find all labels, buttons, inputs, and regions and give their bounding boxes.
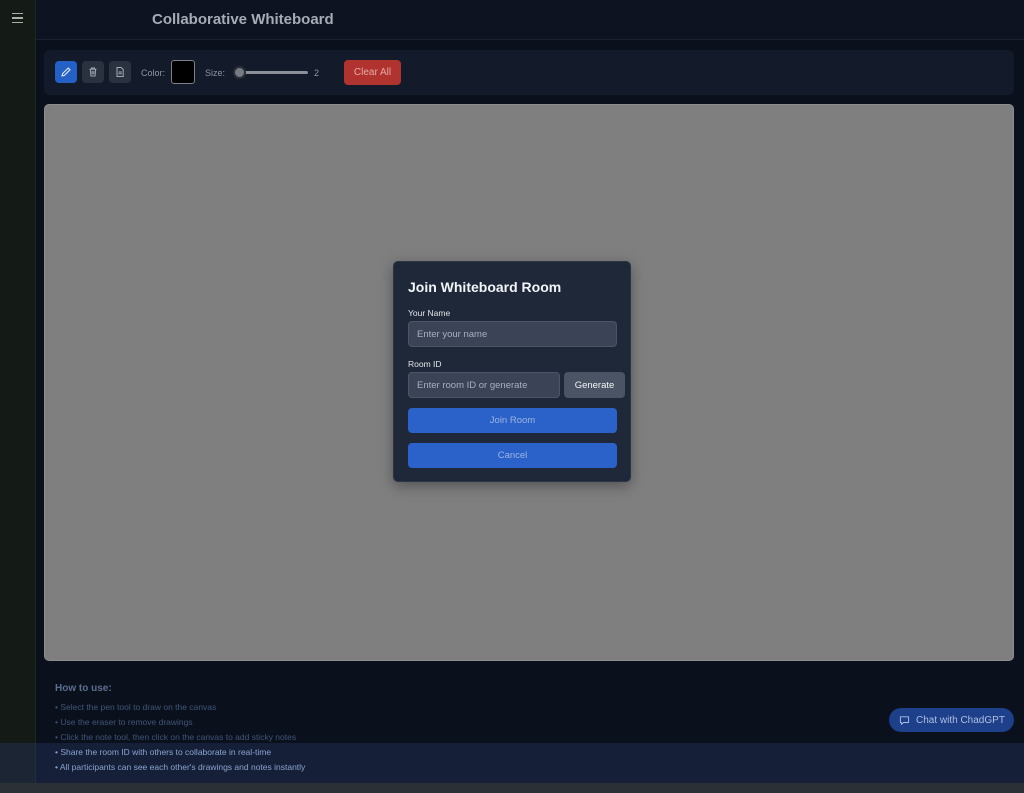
color-picker[interactable] — [171, 60, 195, 84]
note-tool-button[interactable] — [109, 61, 131, 83]
top-bar: Collaborative Whiteboard — [36, 0, 1024, 40]
note-icon — [116, 67, 124, 77]
name-label: Your Name — [408, 308, 451, 318]
howto-item: • All participants can see each other's … — [55, 762, 306, 772]
cancel-button[interactable]: Cancel — [408, 443, 617, 468]
sidebar — [0, 0, 36, 793]
pencil-icon — [61, 67, 71, 77]
pen-tool-button[interactable] — [55, 61, 77, 83]
howto-item: • Click the note tool, then click on the… — [55, 732, 297, 742]
join-room-dialog: Join Whiteboard Room Your Name Room ID G… — [393, 261, 631, 482]
trash-icon — [89, 67, 97, 77]
chat-button[interactable]: Chat with ChadGPT — [889, 708, 1014, 732]
name-input[interactable] — [408, 321, 617, 347]
howto-item: • Share the room ID with others to colla… — [55, 747, 272, 757]
size-slider-handle[interactable] — [233, 66, 246, 79]
app-title: Collaborative Whiteboard — [152, 11, 334, 28]
room-id-input[interactable] — [408, 372, 560, 398]
chat-button-label: Chat with ChadGPT — [916, 714, 1005, 726]
color-label: Color: — [141, 68, 166, 78]
howto-item: • Select the pen tool to draw on the can… — [55, 702, 217, 712]
hamburger-menu-icon[interactable] — [8, 9, 28, 27]
howto-title: How to use: — [55, 683, 112, 694]
size-value: 2 — [314, 68, 320, 78]
bottom-strip — [0, 783, 1024, 793]
chat-bubble-icon — [899, 715, 910, 725]
generate-button[interactable]: Generate — [564, 372, 625, 398]
howto-item: • Use the eraser to remove drawings — [55, 717, 193, 727]
toolbar: Color: Size: 2 Clear All — [44, 50, 1014, 95]
clear-all-button[interactable]: Clear All — [344, 60, 401, 85]
join-room-button[interactable]: Join Room — [408, 408, 617, 433]
dialog-title: Join Whiteboard Room — [408, 279, 562, 295]
room-id-label: Room ID — [408, 359, 442, 369]
howto-panel: How to use: • Select the pen tool to dra… — [44, 670, 1014, 783]
size-label: Size: — [205, 68, 226, 78]
eraser-tool-button[interactable] — [82, 61, 104, 83]
